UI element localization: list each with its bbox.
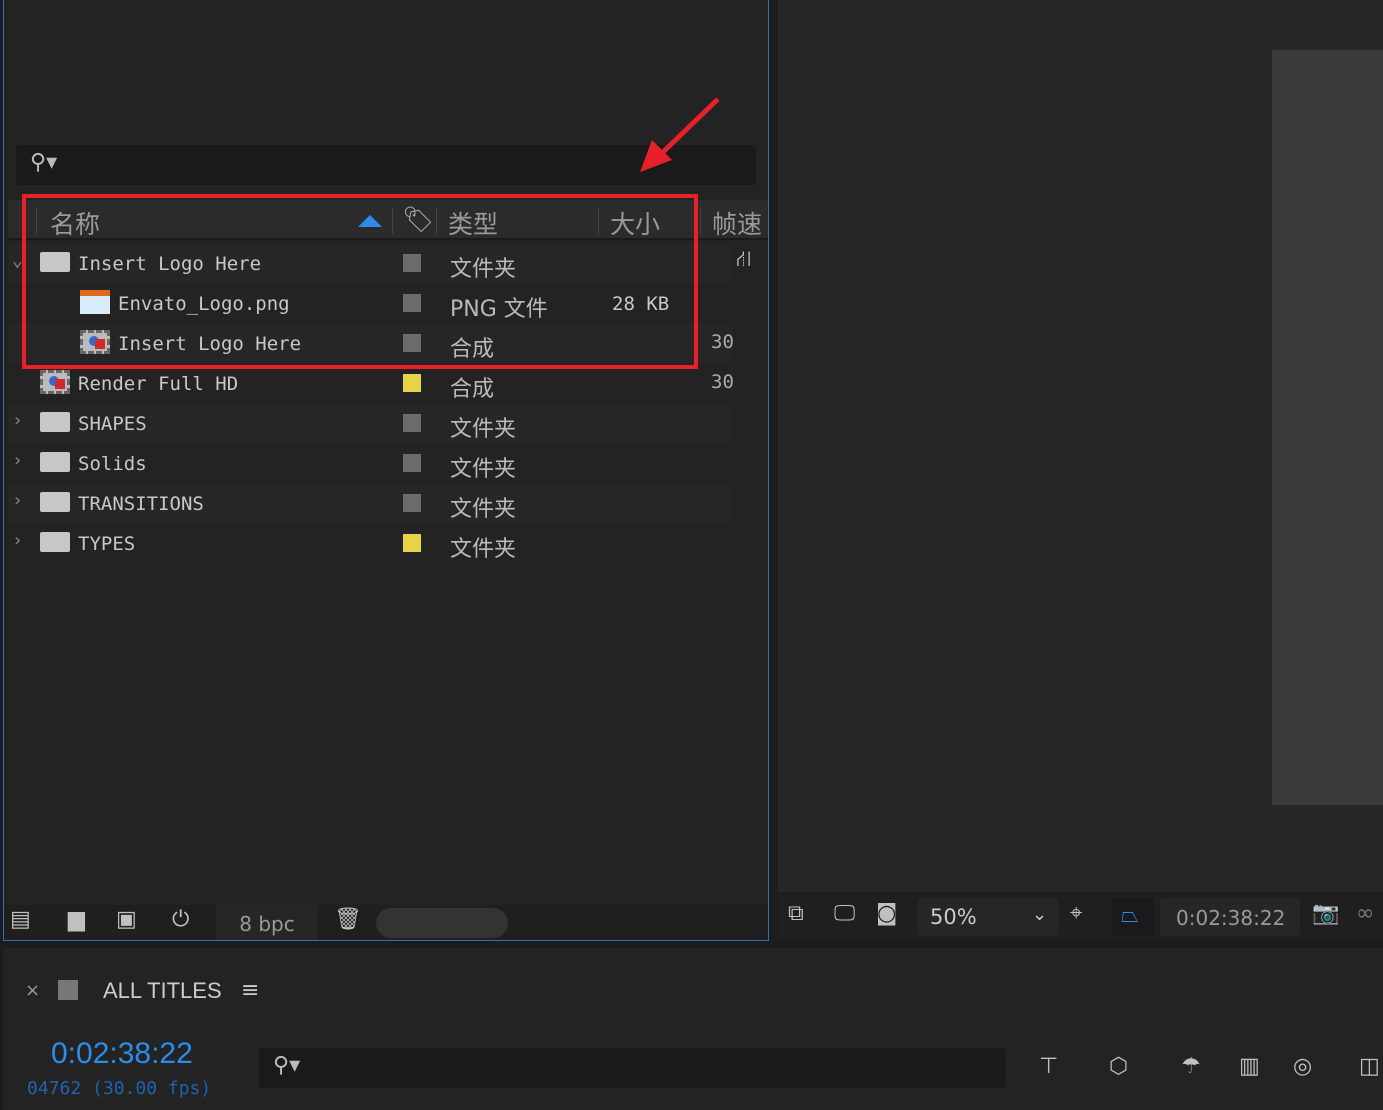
item-name: SHAPES xyxy=(78,413,147,435)
annotation-arrow xyxy=(658,97,720,157)
region-of-interest-icon[interactable]: ⌖ xyxy=(1070,901,1082,926)
folder-icon xyxy=(40,532,70,552)
chevron-down-icon: ⌄ xyxy=(1032,904,1048,925)
label-color-swatch[interactable] xyxy=(403,534,421,552)
project-item[interactable]: › Solids 文件夹 xyxy=(8,444,732,483)
chevron-right-icon[interactable]: › xyxy=(12,450,23,471)
show-snapshot-icon[interactable]: ∞ xyxy=(1356,901,1374,926)
item-type: 文件夹 xyxy=(450,417,517,442)
search-icon: ⚲▾ xyxy=(273,1053,301,1078)
panel-menu-icon[interactable]: ≡ xyxy=(241,978,259,1003)
composition-canvas xyxy=(1272,50,1383,805)
item-name: TRANSITIONS xyxy=(78,493,204,515)
mask-path-icon: ⏢ xyxy=(1121,903,1139,928)
frame-info: 04762 (30.00 fps) xyxy=(27,1078,212,1099)
viewer-toolbar: ⧉ 🖵 ◙ 50% ⌄ ⌖ ⏢ 0:02:38:22 📷 ∞ xyxy=(778,893,1383,940)
timeline-panel: × ALL TITLES ≡ 0:02:38:22 04762 (30.00 f… xyxy=(3,948,1383,1110)
shy-layers-icon[interactable]: ☂ xyxy=(1181,1054,1201,1079)
zoom-dropdown[interactable]: 50% ⌄ xyxy=(918,898,1058,936)
folder-icon xyxy=(40,452,70,472)
label-color-swatch[interactable] xyxy=(403,454,421,472)
new-composition-icon[interactable]: ▣ xyxy=(116,907,137,932)
current-time-display[interactable]: 0:02:38:22 xyxy=(51,1037,193,1071)
folder-icon xyxy=(40,412,70,432)
annotation-box xyxy=(22,194,698,369)
close-tab-icon[interactable]: × xyxy=(25,980,40,1001)
always-preview-icon[interactable]: ⧉ xyxy=(788,901,804,926)
camera-snapshot-icon[interactable]: 📷 xyxy=(1312,901,1339,926)
scrollbar-horizontal[interactable] xyxy=(376,908,508,938)
comp-flowchart-icon[interactable]: ⊤ xyxy=(1039,1054,1058,1079)
transparency-grid-button[interactable]: ⏢ xyxy=(1112,898,1154,936)
label-color-swatch[interactable] xyxy=(403,414,421,432)
chevron-right-icon[interactable]: › xyxy=(12,410,23,431)
trash-icon[interactable]: 🗑 xyxy=(334,907,362,932)
new-folder-icon[interactable]: ▆ xyxy=(68,907,85,932)
graph-editor-icon[interactable]: ◫ xyxy=(1359,1054,1380,1079)
project-item[interactable]: › SHAPES 文件夹 xyxy=(8,404,732,443)
draft-3d-icon[interactable]: ⬡ xyxy=(1109,1054,1128,1079)
tab-all-titles[interactable]: ALL TITLES xyxy=(103,978,222,1004)
viewer-timecode[interactable]: 0:02:38:22 xyxy=(1160,898,1300,936)
project-item[interactable]: › TRANSITIONS 文件夹 xyxy=(8,484,732,523)
chevron-right-icon[interactable]: › xyxy=(12,530,23,551)
project-toolbar: ▤ ▆ ▣ ⏻ 8 bpc 🗑 xyxy=(4,905,768,940)
project-item[interactable]: › TYPES 文件夹 xyxy=(8,524,732,563)
annotation-overlay xyxy=(22,97,720,369)
item-type: 文件夹 xyxy=(450,537,517,562)
monitor-icon[interactable]: 🖵 xyxy=(834,901,855,926)
motion-blur-icon[interactable]: ◎ xyxy=(1293,1054,1312,1079)
vr-mask-icon[interactable]: ◙ xyxy=(876,901,897,926)
item-name: TYPES xyxy=(78,533,136,555)
item-type: 文件夹 xyxy=(450,457,517,482)
frame-blending-icon[interactable]: ▥ xyxy=(1239,1054,1260,1079)
item-type: 文件夹 xyxy=(450,497,517,522)
zoom-value: 50% xyxy=(930,905,977,929)
comp-label-color xyxy=(58,980,78,1000)
item-name: Solids xyxy=(78,453,147,475)
label-color-swatch[interactable] xyxy=(403,494,421,512)
chevron-right-icon[interactable]: › xyxy=(12,490,23,511)
bit-depth-button[interactable]: 8 bpc xyxy=(216,905,318,940)
folder-icon xyxy=(40,492,70,512)
interpret-footage-icon[interactable]: ▤ xyxy=(10,907,31,932)
proxy-toggle-icon[interactable]: ⏻ xyxy=(172,907,189,932)
composition-viewer xyxy=(778,0,1383,892)
timeline-search-input[interactable]: ⚲▾ xyxy=(259,1048,1006,1088)
viewer-timecode-text: 0:02:38:22 xyxy=(1176,906,1286,930)
